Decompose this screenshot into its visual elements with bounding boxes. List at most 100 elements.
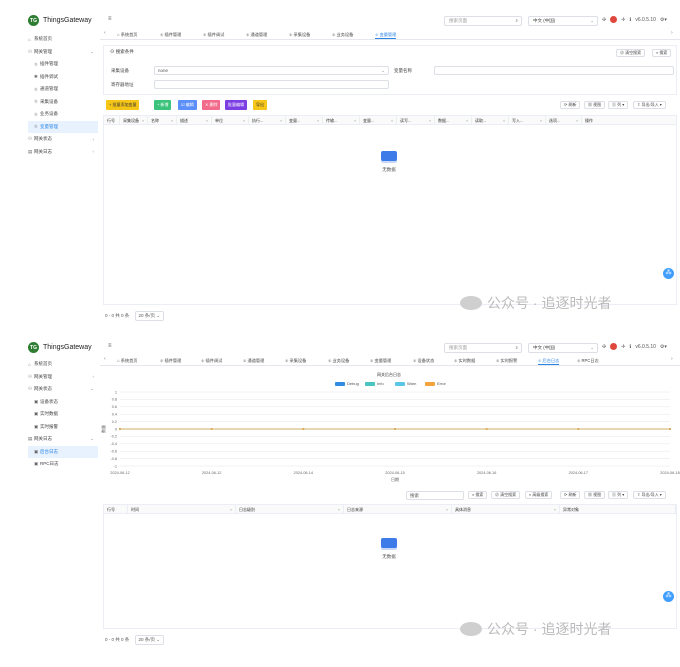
filter-icon[interactable]: ▿ <box>540 116 542 125</box>
tab-2[interactable]: ⛗ 插件调试 <box>201 356 222 365</box>
tab-8[interactable]: ⛗ 实时数据 <box>454 356 475 365</box>
sidebar-item-7[interactable]: ▣ 后台日志 <box>28 445 98 458</box>
sidebar-item-5[interactable]: ▣ 实时报警 <box>28 421 98 434</box>
column-header[interactable]: 异常对象 <box>560 505 676 514</box>
filter-icon[interactable]: ▿ <box>338 505 340 514</box>
sidebar-item-5[interactable]: ⛗ 采集设备 <box>28 96 98 109</box>
filter-icon[interactable]: ▿ <box>554 505 556 514</box>
column-header[interactable]: 数据... ▿ <box>435 116 472 125</box>
search-icon[interactable]: ⌕ <box>515 344 518 352</box>
move-icon[interactable]: ✛ <box>621 344 625 350</box>
search-condition-header[interactable]: ⊖ 搜索条件 <box>110 49 134 55</box>
sidebar-item-1[interactable]: ⚇ 网关管理 ⌄ <box>28 46 98 59</box>
filter-icon[interactable]: ▿ <box>391 116 393 125</box>
app-logo[interactable]: TG ThingsGateway <box>28 15 92 26</box>
page-size-select[interactable]: 20 条/页 ⌄ <box>134 635 165 645</box>
tab-scroll-left-icon[interactable]: ‹ <box>104 356 106 362</box>
device-select[interactable]: none ⌄ <box>154 66 389 75</box>
batch-add-variable-button[interactable]: + 批量添加变量 <box>106 100 140 110</box>
tab-0[interactable]: ⌂ 系统首页 <box>117 30 137 39</box>
settings-fab-icon[interactable]: ⁂ <box>663 268 674 279</box>
sidebar-item-3[interactable]: ✱ 插件调试 <box>28 71 98 84</box>
legend-item[interactable]: Debug <box>335 381 359 386</box>
filter-icon[interactable]: ▿ <box>317 116 319 125</box>
tab-11[interactable]: ⛗ RPC日志 <box>577 356 599 365</box>
tab-2[interactable]: ⛗ 插件调试 <box>203 30 224 39</box>
column-header[interactable]: 写入... ▿ <box>509 116 546 125</box>
tab-9[interactable]: ⛗ 实时报警 <box>496 356 517 365</box>
edit-button[interactable]: ☑ 编辑 <box>178 100 197 110</box>
language-select[interactable]: 中文 (中国) ⌄ <box>528 343 598 353</box>
column-header[interactable]: 描述 ▿ <box>177 116 212 125</box>
sidebar-item-8[interactable]: ▣ RPC日志 <box>28 458 98 471</box>
refresh-button[interactable]: ⟳ 刷新 <box>560 491 581 499</box>
sidebar-item-4[interactable]: ⛗ 通道管理 <box>28 83 98 96</box>
sidebar-item-4[interactable]: ▣ 实时数据 <box>28 408 98 421</box>
tab-scroll-right-icon[interactable]: › <box>671 356 673 362</box>
column-header[interactable]: 单位 ▿ <box>212 116 249 125</box>
sidebar-item-8[interactable]: ⚇ 网关状态 ‹ <box>28 133 98 146</box>
settings-fab-icon[interactable]: ⁂ <box>663 591 674 602</box>
settings-icon[interactable]: ✣ <box>602 17 606 23</box>
add-button[interactable]: + 新增 <box>154 100 172 110</box>
filter-icon[interactable]: ▿ <box>206 116 208 125</box>
sidebar-item-2[interactable]: ⚇ 网关状态 ⌄ <box>28 383 98 396</box>
tab-3[interactable]: ⛗ 通道管理 <box>246 30 267 39</box>
sidebar-item-9[interactable]: ▤ 网关日志 ‹ <box>28 146 98 159</box>
filter-icon[interactable]: ▿ <box>243 116 245 125</box>
sidebar-item-1[interactable]: ⚇ 网关管理 ‹ <box>28 371 98 384</box>
sidebar-item-7[interactable]: ⛗ 变量管理 <box>28 120 98 133</box>
page-search-input[interactable]: 搜索页面 ⌕ <box>444 16 522 26</box>
column-header[interactable]: 日志级别 ▿ <box>236 505 344 514</box>
column-header[interactable]: 操作 <box>582 116 680 125</box>
tab-5[interactable]: ⛗ 业务设备 <box>332 30 353 39</box>
sidebar-item-0[interactable]: ⌂ 系统首页 <box>28 33 98 46</box>
column-header[interactable]: 变量... ▿ <box>286 116 323 125</box>
info-icon[interactable]: ℹ <box>629 17 631 23</box>
clear-search-button[interactable]: ⊘ 清空搜索 <box>491 491 521 499</box>
tab-7[interactable]: ⛗ 设备状态 <box>413 356 434 365</box>
column-header[interactable]: 读取... ▿ <box>472 116 509 125</box>
filter-icon[interactable]: ▿ <box>429 116 431 125</box>
page-size-select[interactable]: 20 条/页 ⌄ <box>134 311 165 321</box>
menu-toggle-icon[interactable]: ≡ <box>108 16 112 22</box>
filter-icon[interactable]: ▿ <box>280 116 282 125</box>
filter-icon[interactable]: ▿ <box>171 116 173 125</box>
tab-3[interactable]: ⛗ 通道管理 <box>243 356 264 365</box>
view-button[interactable]: ▦ 视图 <box>584 491 606 499</box>
sidebar-item-3[interactable]: ▣ 设备状态 <box>28 396 98 409</box>
filter-icon[interactable]: ▿ <box>142 116 144 125</box>
tab-6[interactable]: ⛗ 变量管理 <box>370 356 391 365</box>
column-header[interactable]: 选项... ▿ <box>546 116 582 125</box>
column-header[interactable]: 行号 <box>104 116 120 125</box>
settings-icon[interactable]: ✣ <box>602 344 606 350</box>
clear-search-button[interactable]: ⊘ 清空搜索 <box>616 49 646 57</box>
column-header[interactable]: 行号 <box>104 505 128 514</box>
column-header[interactable]: 变量... ▿ <box>360 116 397 125</box>
search-button[interactable]: ⌕ 搜索 <box>468 491 488 499</box>
sidebar-item-6[interactable]: ⛗ 业务设备 <box>28 108 98 121</box>
sidebar-item-2[interactable]: ⛗ 插件管理 <box>28 58 98 71</box>
search-input[interactable]: 搜索 <box>406 491 464 500</box>
avatar[interactable] <box>610 343 618 350</box>
tab-4[interactable]: ⛗ 采集设备 <box>289 30 310 39</box>
filter-icon[interactable]: ▿ <box>230 505 232 514</box>
export-import-button[interactable]: ⇪ 导出/导入 ▾ <box>633 101 666 109</box>
legend-item[interactable]: Info <box>365 381 384 386</box>
sidebar-item-6[interactable]: ▤ 网关日志 ⌄ <box>28 433 98 446</box>
tab-scroll-left-icon[interactable]: ‹ <box>104 30 106 36</box>
legend-item[interactable]: Warn <box>395 381 416 386</box>
register-address-input[interactable] <box>154 80 389 89</box>
menu-toggle-icon[interactable]: ≡ <box>108 343 112 349</box>
page-search-input[interactable]: 搜索页面 ⌕ <box>444 343 522 353</box>
filter-icon[interactable]: ▿ <box>446 505 448 514</box>
export-import-button[interactable]: ⇪ 导出/导入 ▾ <box>633 491 666 499</box>
delete-button[interactable]: ✕ 删除 <box>202 100 221 110</box>
info-icon[interactable]: ℹ <box>629 344 631 350</box>
batch-edit-button[interactable]: 批量编辑 <box>225 100 247 110</box>
tab-1[interactable]: ⛗ 插件管理 <box>160 356 181 365</box>
column-header[interactable]: 具体消息 ▿ <box>452 505 560 514</box>
tab-4[interactable]: ⛗ 采集设备 <box>285 356 306 365</box>
refresh-button[interactable]: ⟳ 刷新 <box>560 101 581 109</box>
columns-button[interactable]: ▥ 列 ▾ <box>608 101 629 109</box>
